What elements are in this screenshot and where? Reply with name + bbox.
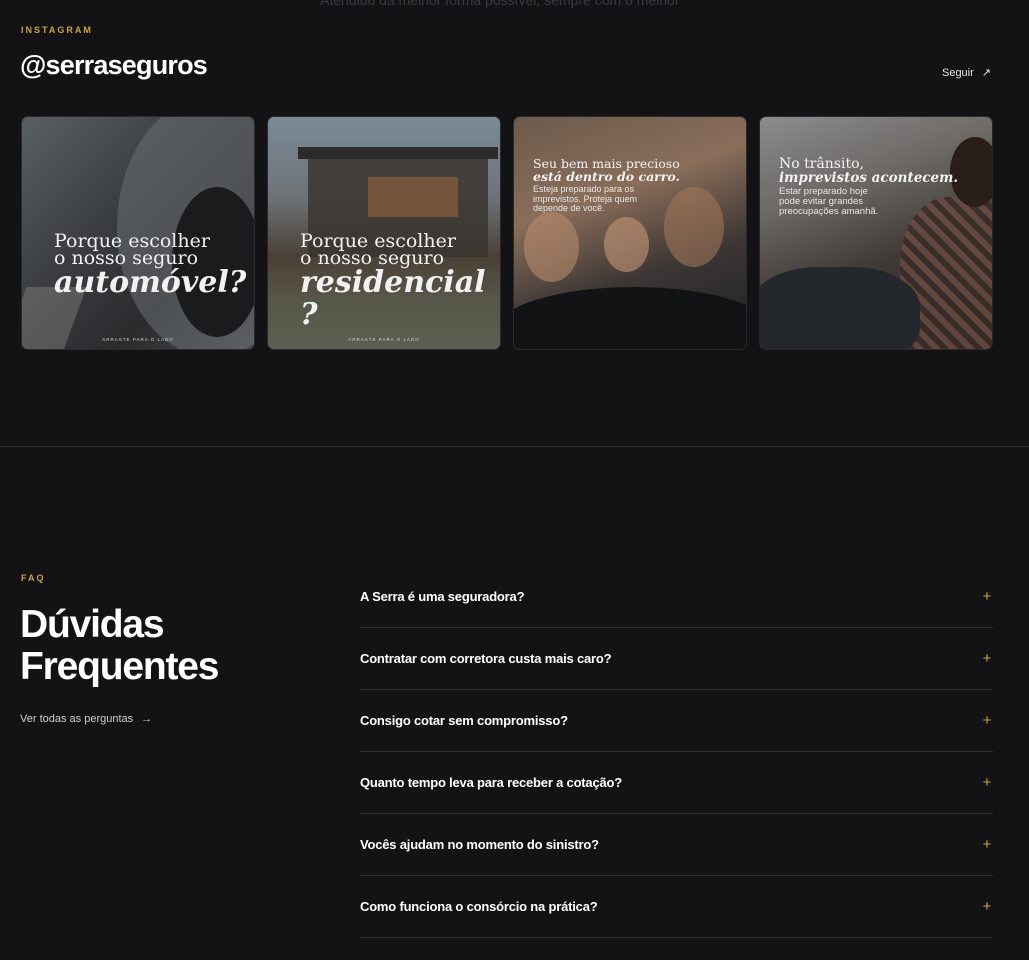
faq-question: Vocês ajudam no momento do sinistro? bbox=[360, 837, 599, 852]
faq-item[interactable]: A Serra é uma seguradora? + bbox=[360, 566, 993, 628]
top-ghost-text: Atendido da melhor forma possível, sempr… bbox=[320, 0, 680, 8]
plus-icon[interactable]: + bbox=[981, 712, 993, 729]
post-2-line2: residencial ? bbox=[300, 265, 486, 332]
arrow-right-icon: → bbox=[141, 713, 153, 725]
faq-question: Consigo cotar sem compromisso? bbox=[360, 713, 568, 728]
instagram-post-transit[interactable]: No trânsito, imprevistos acontecem. Esta… bbox=[759, 116, 993, 350]
plus-icon[interactable]: + bbox=[981, 588, 993, 605]
instagram-eyebrow: INSTAGRAM bbox=[21, 25, 93, 35]
post-4-line-a: No trânsito, bbox=[779, 156, 864, 172]
section-divider bbox=[0, 446, 1029, 447]
faq-question: A Serra é uma seguradora? bbox=[360, 589, 525, 604]
faq-item[interactable]: Quanto tempo leva para receber a cotação… bbox=[360, 752, 993, 814]
faq-eyebrow: FAQ bbox=[21, 573, 46, 583]
faq-all-link[interactable]: Ver todas as perguntas → bbox=[20, 713, 152, 725]
plus-icon[interactable]: + bbox=[981, 898, 993, 915]
faq-item[interactable]: Como funciona o consórcio na prática? + bbox=[360, 876, 993, 938]
instagram-handle[interactable]: @serraseguros bbox=[20, 50, 208, 81]
plus-icon[interactable]: + bbox=[981, 774, 993, 791]
faq-title: Dúvidas Frequentes bbox=[20, 603, 219, 688]
instagram-post-auto[interactable]: Porque escolher o nosso seguro automóvel… bbox=[21, 116, 255, 350]
post-1-footer: ARRASTE PARA O LADO bbox=[102, 337, 174, 342]
instagram-post-family[interactable]: Seu bem mais precioso está dentro do car… bbox=[513, 116, 747, 350]
post-4-line-b: imprevistos acontecem. bbox=[779, 170, 959, 186]
faq-title-line1: Dúvidas bbox=[20, 603, 165, 646]
follow-link[interactable]: Seguir ↗ bbox=[941, 66, 991, 80]
faq-question: Quanto tempo leva para receber a cotação… bbox=[360, 775, 623, 790]
instagram-posts: Porque escolher o nosso seguro automóvel… bbox=[21, 116, 993, 350]
post-3-line-b: está dentro do carro. bbox=[533, 169, 680, 184]
post-4-line-c3: preocupações amanhã. bbox=[779, 206, 879, 217]
post-3-line-c3: depende de você. bbox=[533, 203, 605, 213]
faq-item[interactable]: Contratar com corretora custa mais caro?… bbox=[360, 628, 993, 690]
faq-all-label: Ver todas as perguntas bbox=[20, 713, 134, 725]
faq-question: Contratar com corretora custa mais caro? bbox=[360, 651, 612, 666]
plus-icon[interactable]: + bbox=[981, 650, 993, 667]
faq-title-line2: Frequentes bbox=[20, 645, 219, 688]
faq-item[interactable]: Consigo cotar sem compromisso? + bbox=[360, 690, 993, 752]
faq-question: Como funciona o consórcio na prática? bbox=[360, 899, 598, 914]
faq-item[interactable]: Vocês ajudam no momento do sinistro? + bbox=[360, 814, 993, 876]
post-1-line2: automóvel? bbox=[54, 265, 247, 300]
plus-icon[interactable]: + bbox=[981, 836, 993, 853]
post-2-footer: ARRASTE PARA O LADO bbox=[348, 337, 420, 342]
instagram-post-residencial[interactable]: Porque escolher o nosso seguro residenci… bbox=[267, 116, 501, 350]
arrow-up-right-icon: ↗ bbox=[981, 67, 991, 79]
faq-list: A Serra é uma seguradora? + Contratar co… bbox=[360, 566, 993, 938]
follow-label: Seguir bbox=[941, 66, 974, 79]
